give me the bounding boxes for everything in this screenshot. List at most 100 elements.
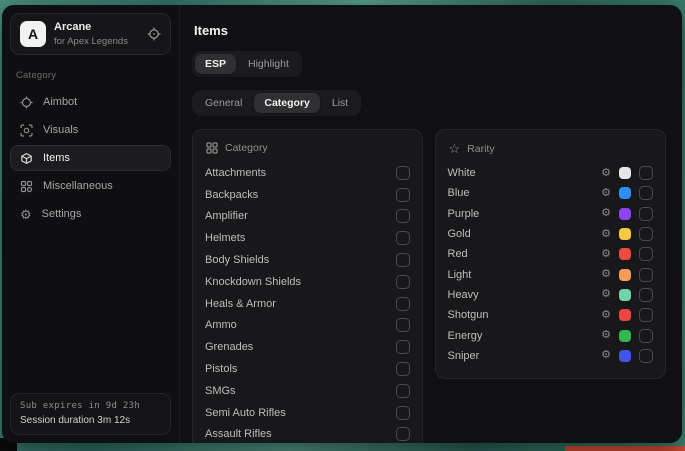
- rarity-checkbox[interactable]: [639, 329, 653, 343]
- category-checkbox[interactable]: [396, 297, 410, 311]
- sidebar-item-miscellaneous[interactable]: Miscellaneous: [10, 173, 171, 199]
- rarity-row[interactable]: White ⚙: [448, 163, 654, 183]
- tab-esp[interactable]: ESP: [195, 54, 236, 74]
- rarity-row[interactable]: Gold ⚙: [448, 224, 654, 244]
- gear-icon: ⚙: [20, 208, 32, 221]
- rarity-checkbox[interactable]: [639, 186, 653, 200]
- rarity-row-label: Energy: [448, 330, 594, 342]
- color-swatch[interactable]: [619, 269, 631, 281]
- sidebar-item-aimbot[interactable]: Aimbot: [10, 89, 171, 115]
- rarity-row[interactable]: Blue ⚙: [448, 183, 654, 203]
- rarity-row-label: Light: [448, 269, 594, 281]
- color-swatch[interactable]: [619, 248, 631, 260]
- rarity-rows: White ⚙ Blue ⚙: [448, 163, 654, 366]
- rarity-checkbox[interactable]: [639, 349, 653, 363]
- category-row[interactable]: Pistols: [205, 358, 410, 380]
- rarity-row[interactable]: Heavy ⚙: [448, 285, 654, 305]
- crosshair-icon[interactable]: [147, 27, 161, 41]
- gear-icon[interactable]: ⚙: [601, 208, 611, 219]
- color-swatch[interactable]: [619, 309, 631, 321]
- category-checkbox[interactable]: [396, 209, 410, 223]
- category-checkbox[interactable]: [396, 318, 410, 332]
- rarity-row[interactable]: Shotgun ⚙: [448, 305, 654, 325]
- rarity-row-label: Red: [448, 248, 594, 260]
- color-swatch[interactable]: [619, 187, 631, 199]
- gear-icon[interactable]: ⚙: [601, 269, 611, 280]
- category-row[interactable]: Body Shields: [205, 249, 410, 271]
- category-row[interactable]: Helmets: [205, 227, 410, 249]
- color-swatch[interactable]: [619, 228, 631, 240]
- sidebar-item-label: Aimbot: [43, 96, 77, 108]
- category-checkbox[interactable]: [396, 166, 410, 180]
- category-panel: Category Attachments Backpacks: [192, 129, 423, 443]
- color-swatch[interactable]: [619, 167, 631, 179]
- category-row-label: Pistols: [205, 363, 237, 375]
- gear-icon[interactable]: ⚙: [601, 229, 611, 240]
- rarity-row[interactable]: Sniper ⚙: [448, 346, 654, 366]
- category-row[interactable]: Assault Rifles: [205, 424, 410, 443]
- category-row[interactable]: Knockdown Shields: [205, 271, 410, 293]
- category-row[interactable]: Ammo: [205, 315, 410, 337]
- rarity-checkbox[interactable]: [639, 308, 653, 322]
- sidebar-item-visuals[interactable]: Visuals: [10, 117, 171, 143]
- sidebar-section-label: Category: [16, 70, 165, 81]
- category-checkbox[interactable]: [396, 340, 410, 354]
- session-duration-text: Session duration 3m 12s: [20, 415, 161, 426]
- category-checkbox[interactable]: [396, 188, 410, 202]
- sidebar-item-settings[interactable]: ⚙ Settings: [10, 201, 171, 227]
- main-content: Items ESP Highlight General Category Lis…: [180, 5, 682, 443]
- category-row[interactable]: Heals & Armor: [205, 293, 410, 315]
- star-icon: ☆: [449, 142, 461, 155]
- view-tabs: General Category List: [192, 90, 361, 116]
- category-row-label: Semi Auto Rifles: [205, 407, 286, 419]
- page-title: Items: [194, 23, 666, 38]
- gear-icon[interactable]: ⚙: [601, 350, 611, 361]
- gear-icon[interactable]: ⚙: [601, 188, 611, 199]
- category-row[interactable]: SMGs: [205, 380, 410, 402]
- sidebar-item-items[interactable]: Items: [10, 145, 171, 171]
- tab-highlight[interactable]: Highlight: [238, 54, 299, 74]
- color-swatch[interactable]: [619, 330, 631, 342]
- category-checkbox[interactable]: [396, 362, 410, 376]
- rarity-row[interactable]: Energy ⚙: [448, 325, 654, 345]
- category-row-label: SMGs: [205, 385, 236, 397]
- rarity-checkbox[interactable]: [639, 207, 653, 221]
- color-swatch[interactable]: [619, 208, 631, 220]
- rarity-row-label: Blue: [448, 187, 594, 199]
- category-checkbox[interactable]: [396, 406, 410, 420]
- gear-icon[interactable]: ⚙: [601, 330, 611, 341]
- tab-list[interactable]: List: [322, 93, 358, 113]
- subscription-card: Sub expires in 9d 23h Session duration 3…: [10, 393, 171, 435]
- scan-eye-icon: [20, 124, 33, 137]
- category-row-label: Amplifier: [205, 210, 248, 222]
- category-row[interactable]: Backpacks: [205, 184, 410, 206]
- category-checkbox[interactable]: [396, 427, 410, 441]
- color-swatch[interactable]: [619, 350, 631, 362]
- gear-icon[interactable]: ⚙: [601, 289, 611, 300]
- rarity-checkbox[interactable]: [639, 227, 653, 241]
- tab-category[interactable]: Category: [254, 93, 320, 113]
- rarity-checkbox[interactable]: [639, 288, 653, 302]
- rarity-row[interactable]: Red ⚙: [448, 244, 654, 264]
- category-checkbox[interactable]: [396, 253, 410, 267]
- category-row[interactable]: Attachments: [205, 162, 410, 184]
- rarity-checkbox[interactable]: [639, 247, 653, 261]
- category-checkbox[interactable]: [396, 384, 410, 398]
- gear-icon[interactable]: ⚙: [601, 310, 611, 321]
- category-checkbox[interactable]: [396, 231, 410, 245]
- gear-icon[interactable]: ⚙: [601, 168, 611, 179]
- rarity-row-label: Purple: [448, 208, 594, 220]
- category-checkbox[interactable]: [396, 275, 410, 289]
- rarity-checkbox[interactable]: [639, 268, 653, 282]
- rarity-row-label: Shotgun: [448, 309, 594, 321]
- gear-icon[interactable]: ⚙: [601, 249, 611, 260]
- rarity-row[interactable]: Purple ⚙: [448, 204, 654, 224]
- category-row[interactable]: Grenades: [205, 336, 410, 358]
- category-row[interactable]: Semi Auto Rifles: [205, 402, 410, 424]
- app-subtitle: for Apex Legends: [54, 36, 128, 47]
- rarity-row[interactable]: Light ⚙: [448, 264, 654, 284]
- category-row[interactable]: Amplifier: [205, 206, 410, 228]
- rarity-checkbox[interactable]: [639, 166, 653, 180]
- color-swatch[interactable]: [619, 289, 631, 301]
- tab-general[interactable]: General: [195, 93, 252, 113]
